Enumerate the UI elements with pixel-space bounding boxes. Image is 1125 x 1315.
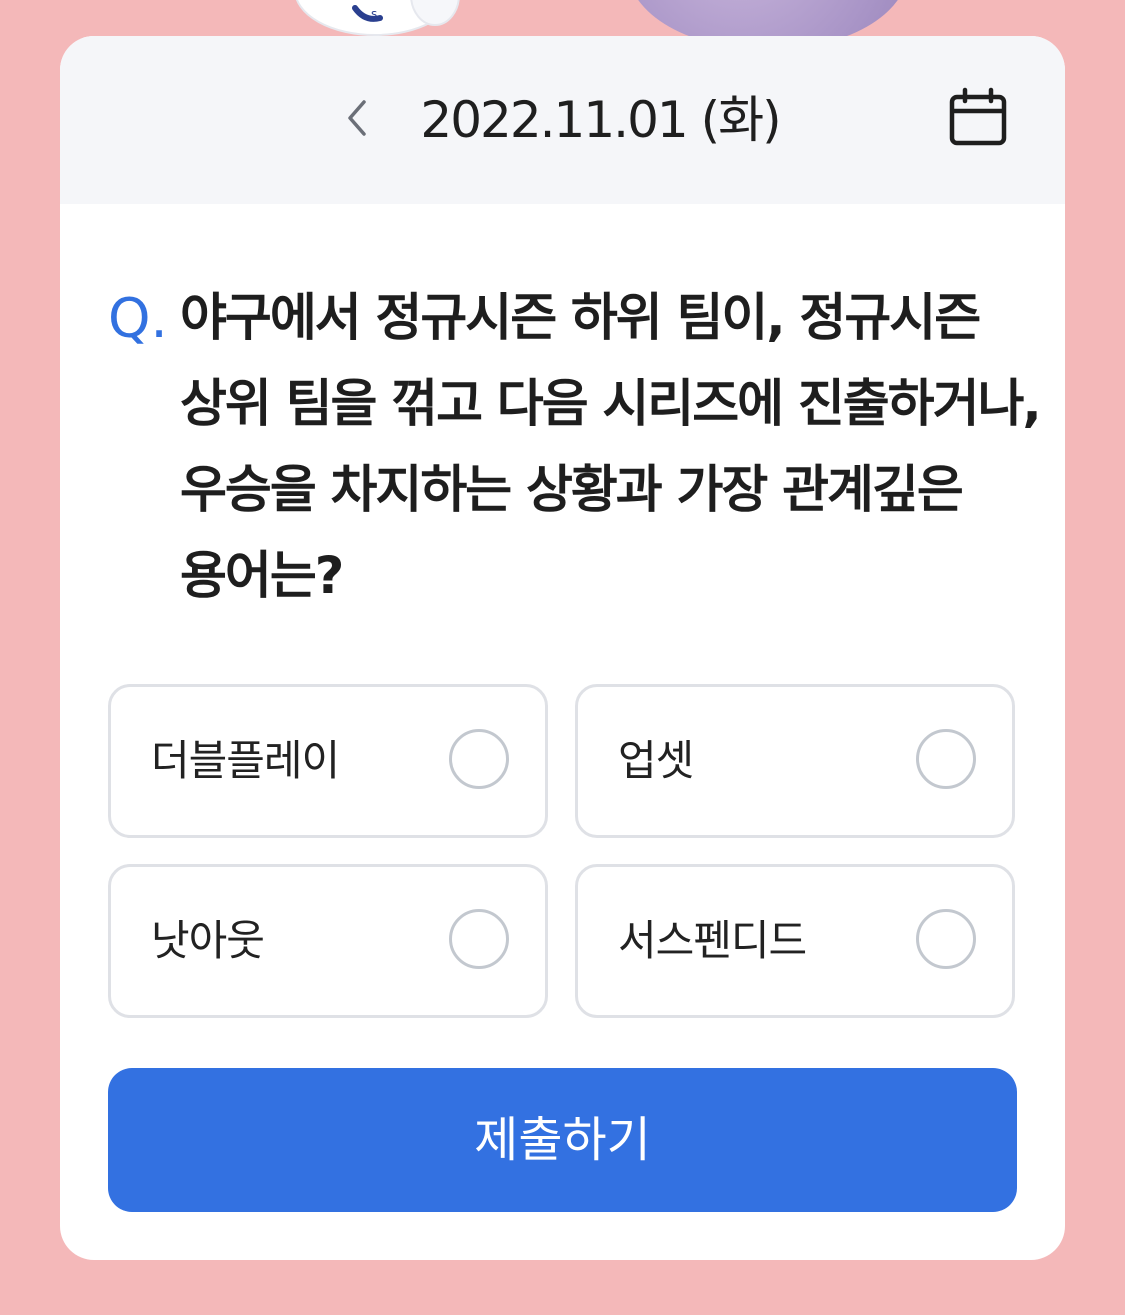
option-4[interactable]: 서스펜디드	[575, 864, 1015, 1018]
option-label: 더블플레이	[151, 736, 340, 785]
svg-text:s: s	[371, 7, 377, 21]
calendar-icon	[948, 87, 1008, 153]
prev-date-button[interactable]	[330, 88, 386, 152]
option-3[interactable]: 낫아웃	[108, 864, 548, 1018]
mascot-character-image: s	[285, 0, 465, 40]
radio-button[interactable]	[449, 729, 509, 789]
option-label: 낫아웃	[151, 916, 265, 965]
quiz-card: 2022.11.01 (화) Q. 야구에서 정규시즌 하위 팀이, 정규시즌 …	[60, 36, 1065, 1260]
option-label: 업셋	[618, 736, 694, 785]
question-text: 야구에서 정규시즌 하위 팀이, 정규시즌 상위 팀을 꺾고 다음 시리즈에 진…	[180, 289, 1042, 606]
option-label: 서스펜디드	[618, 916, 807, 965]
chevron-left-icon	[343, 98, 373, 142]
date-title: 2022.11.01 (화)	[420, 91, 781, 149]
radio-button[interactable]	[916, 909, 976, 969]
option-1[interactable]: 더블플레이	[108, 684, 548, 838]
date-header: 2022.11.01 (화)	[60, 36, 1065, 204]
question-prefix: Q.	[108, 287, 168, 350]
radio-button[interactable]	[916, 729, 976, 789]
radio-button[interactable]	[449, 909, 509, 969]
calendar-button[interactable]	[946, 87, 1010, 153]
option-2[interactable]: 업셋	[575, 684, 1015, 838]
submit-button[interactable]: 제출하기	[108, 1068, 1017, 1212]
